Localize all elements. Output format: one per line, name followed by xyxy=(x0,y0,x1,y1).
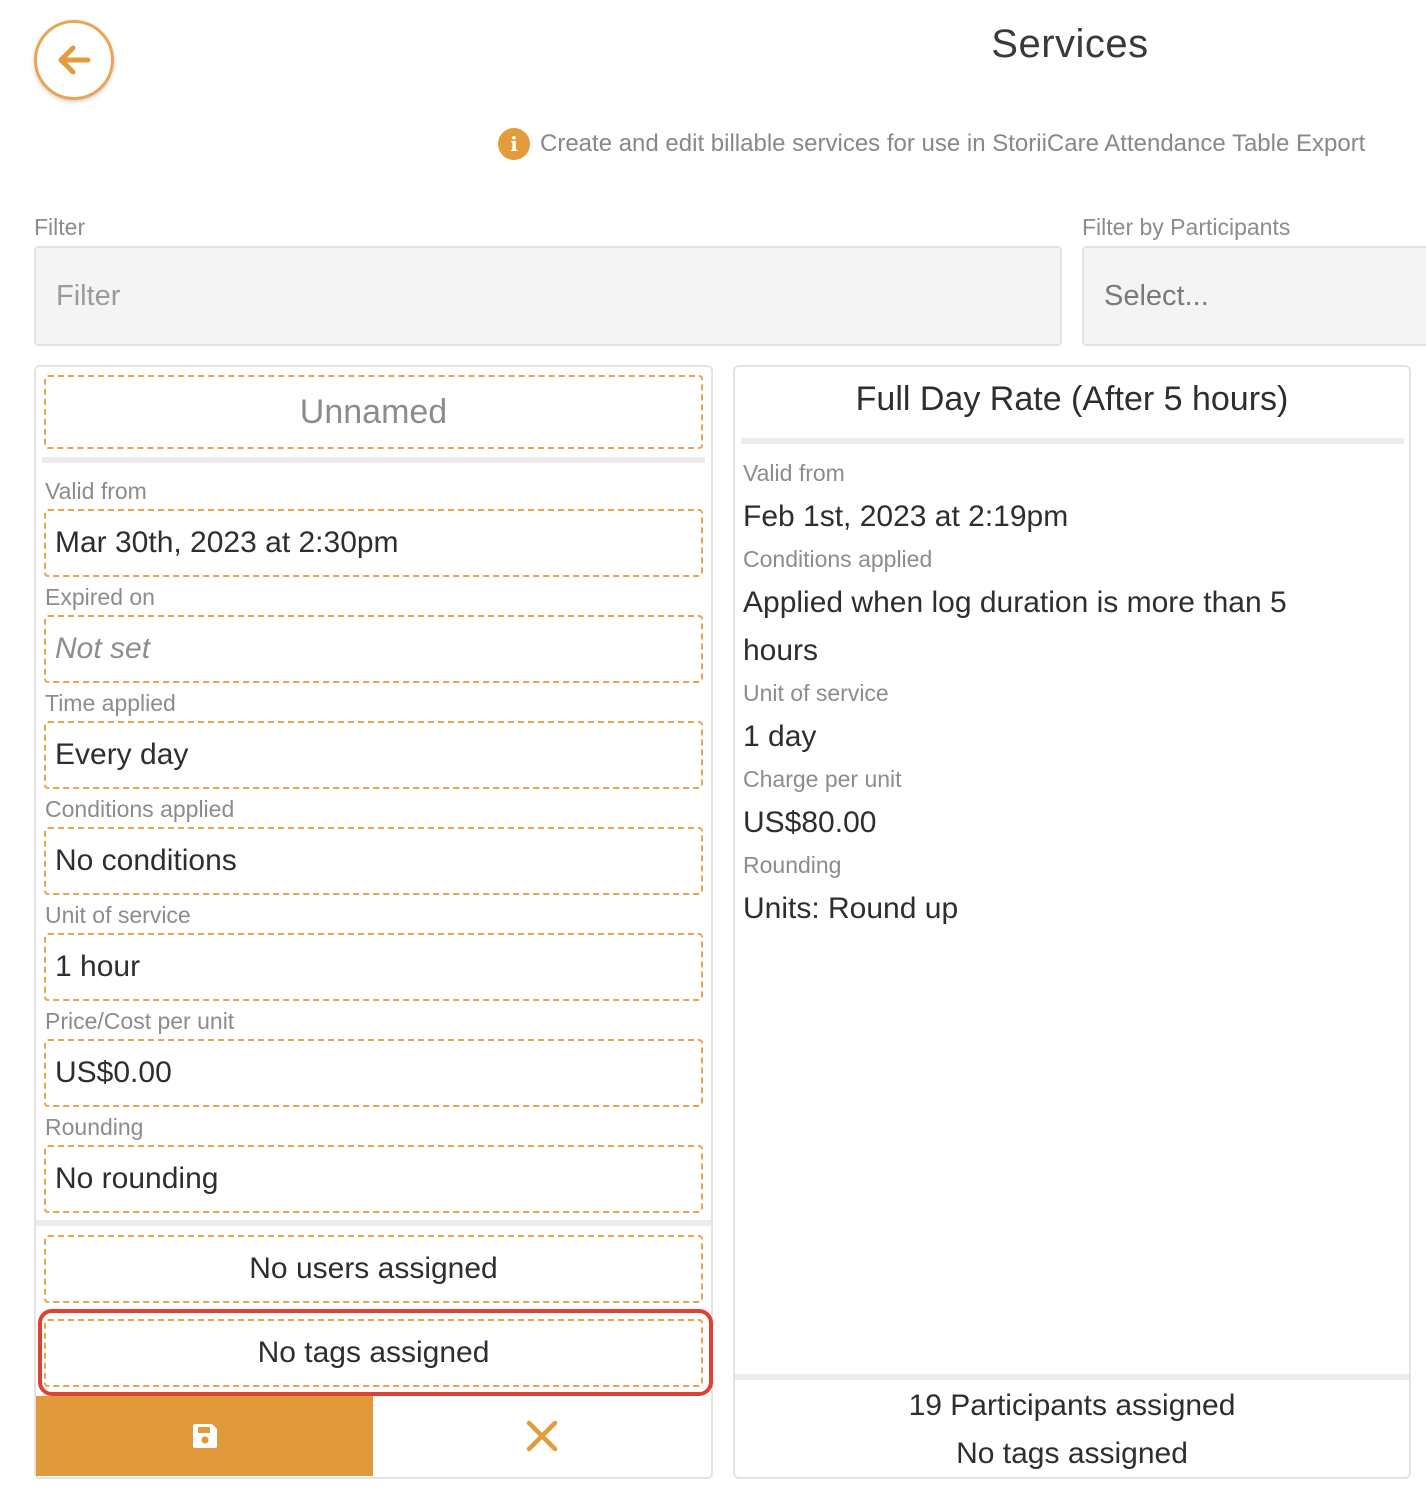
rounding-label: Rounding xyxy=(743,852,842,878)
valid-from-value: Feb 1st, 2023 at 2:19pm xyxy=(743,500,1069,533)
service-name-placeholder: Unnamed xyxy=(299,392,448,431)
participants-assigned: 19 Participants assigned xyxy=(908,1389,1236,1422)
info-icon: i xyxy=(498,128,530,160)
time-applied-field[interactable]: Every day xyxy=(44,721,703,789)
valid-from-value: Mar 30th, 2023 at 2:30pm xyxy=(55,526,399,559)
divider xyxy=(36,1220,711,1226)
back-button[interactable] xyxy=(34,20,114,100)
price-label: Price/Cost per unit xyxy=(45,1008,235,1034)
conditions-value: No conditions xyxy=(55,844,237,877)
participants-filter-label: Filter by Participants xyxy=(1082,214,1291,240)
divider xyxy=(735,1374,1409,1380)
rounding-value: Units: Round up xyxy=(743,892,959,925)
valid-from-label: Valid from xyxy=(45,478,147,504)
unit-of-service-label: Unit of service xyxy=(743,680,889,706)
tags-assigned: No tags assigned xyxy=(956,1437,1188,1470)
users-assigned-value: No users assigned xyxy=(249,1252,498,1285)
conditions-field[interactable]: No conditions xyxy=(44,827,703,895)
service-name-field[interactable]: Unnamed xyxy=(44,375,703,449)
unit-of-service-value: 1 day xyxy=(743,720,817,753)
charge-label: Charge per unit xyxy=(743,766,902,792)
conditions-label: Conditions applied xyxy=(743,546,933,572)
divider xyxy=(42,457,705,463)
save-icon xyxy=(190,1421,220,1451)
save-button[interactable] xyxy=(36,1396,373,1476)
filter-label: Filter xyxy=(34,214,86,240)
conditions-value-line2: hours xyxy=(743,634,819,667)
participants-select-placeholder: Select... xyxy=(1104,279,1209,312)
rounding-label: Rounding xyxy=(45,1114,144,1140)
expired-on-value: Not set xyxy=(55,632,151,665)
expired-on-field[interactable]: Not set xyxy=(44,615,703,683)
unit-of-service-field[interactable]: 1 hour xyxy=(44,933,703,1001)
close-icon xyxy=(525,1419,559,1453)
conditions-value-line1: Applied when log duration is more than 5 xyxy=(743,586,1287,619)
conditions-label: Conditions applied xyxy=(45,796,235,822)
participants-select[interactable]: Select... xyxy=(1082,246,1426,346)
users-assigned-field[interactable]: No users assigned xyxy=(44,1235,703,1303)
price-field[interactable]: US$0.00 xyxy=(44,1039,703,1107)
cancel-button[interactable] xyxy=(373,1396,710,1476)
arrow-left-icon xyxy=(53,39,95,81)
tags-assigned-field[interactable]: No tags assigned xyxy=(44,1319,703,1387)
unit-of-service-value: 1 hour xyxy=(55,950,141,983)
page-title: Services xyxy=(991,22,1149,66)
price-value: US$0.00 xyxy=(55,1056,172,1089)
time-applied-label: Time applied xyxy=(45,690,176,716)
info-text: Create and edit billable services for us… xyxy=(540,130,1366,157)
rounding-value: No rounding xyxy=(55,1162,219,1195)
valid-from-label: Valid from xyxy=(743,460,845,486)
time-applied-value: Every day xyxy=(55,738,189,771)
rounding-field[interactable]: No rounding xyxy=(44,1145,703,1213)
expired-on-label: Expired on xyxy=(45,584,155,610)
divider xyxy=(741,438,1404,444)
charge-value: US$80.00 xyxy=(743,806,877,839)
unit-of-service-label: Unit of service xyxy=(45,902,191,928)
filter-input[interactable] xyxy=(34,246,1062,346)
tags-assigned-value: No tags assigned xyxy=(257,1336,490,1369)
info-banner: i Create and edit billable services for … xyxy=(498,128,1365,160)
valid-from-field[interactable]: Mar 30th, 2023 at 2:30pm xyxy=(44,509,703,577)
service-title: Full Day Rate (After 5 hours) xyxy=(855,380,1289,418)
